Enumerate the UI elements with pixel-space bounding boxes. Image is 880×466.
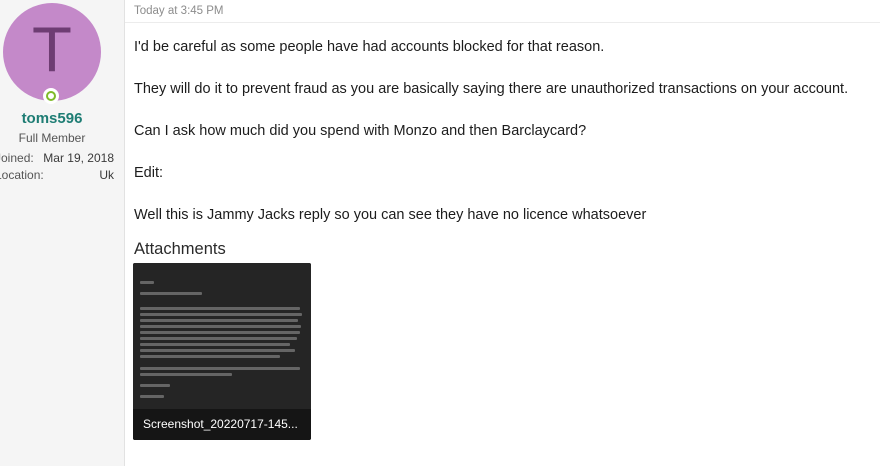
post-body: I'd be careful as some people have had a… [134, 38, 880, 224]
attachment-preview-image[interactable] [133, 263, 311, 409]
location-label: Location: [0, 168, 44, 182]
user-title: Full Member [18, 131, 86, 145]
attachment-caption[interactable]: Screenshot_20220717-145... [133, 409, 311, 440]
joined-value: Mar 19, 2018 [43, 151, 114, 165]
post-paragraph: Well this is Jammy Jacks reply so you ca… [134, 207, 647, 223]
attachments-heading: Attachments [134, 240, 226, 258]
joined-row: Joined: Mar 19, 2018 [0, 151, 114, 167]
avatar-letter: T [33, 16, 71, 86]
attachment-filename[interactable]: Screenshot_20220717-145... [143, 417, 298, 431]
user-sidebar: T toms596 Full Member Joined: Mar 19, 20… [0, 0, 125, 466]
attachment-thumbnail[interactable]: Screenshot_20220717-145... [133, 263, 311, 440]
post-paragraph: Edit: [134, 165, 164, 181]
post-header: Today at 3:45 PM [125, 0, 880, 23]
post-timestamp[interactable]: Today at 3:45 PM [134, 5, 224, 17]
joined-label: Joined: [0, 151, 34, 165]
post-paragraph: I'd be careful as some people have had a… [134, 39, 605, 55]
username-link[interactable]: toms596 [0, 110, 104, 127]
online-status-icon [43, 88, 59, 104]
location-value: Uk [99, 168, 114, 182]
post-paragraph: Can I ask how much did you spend with Mo… [134, 123, 587, 139]
location-row: Location: Uk [0, 168, 114, 184]
post-paragraph: They will do it to prevent fraud as you … [134, 81, 849, 97]
user-avatar[interactable]: T [3, 3, 101, 101]
